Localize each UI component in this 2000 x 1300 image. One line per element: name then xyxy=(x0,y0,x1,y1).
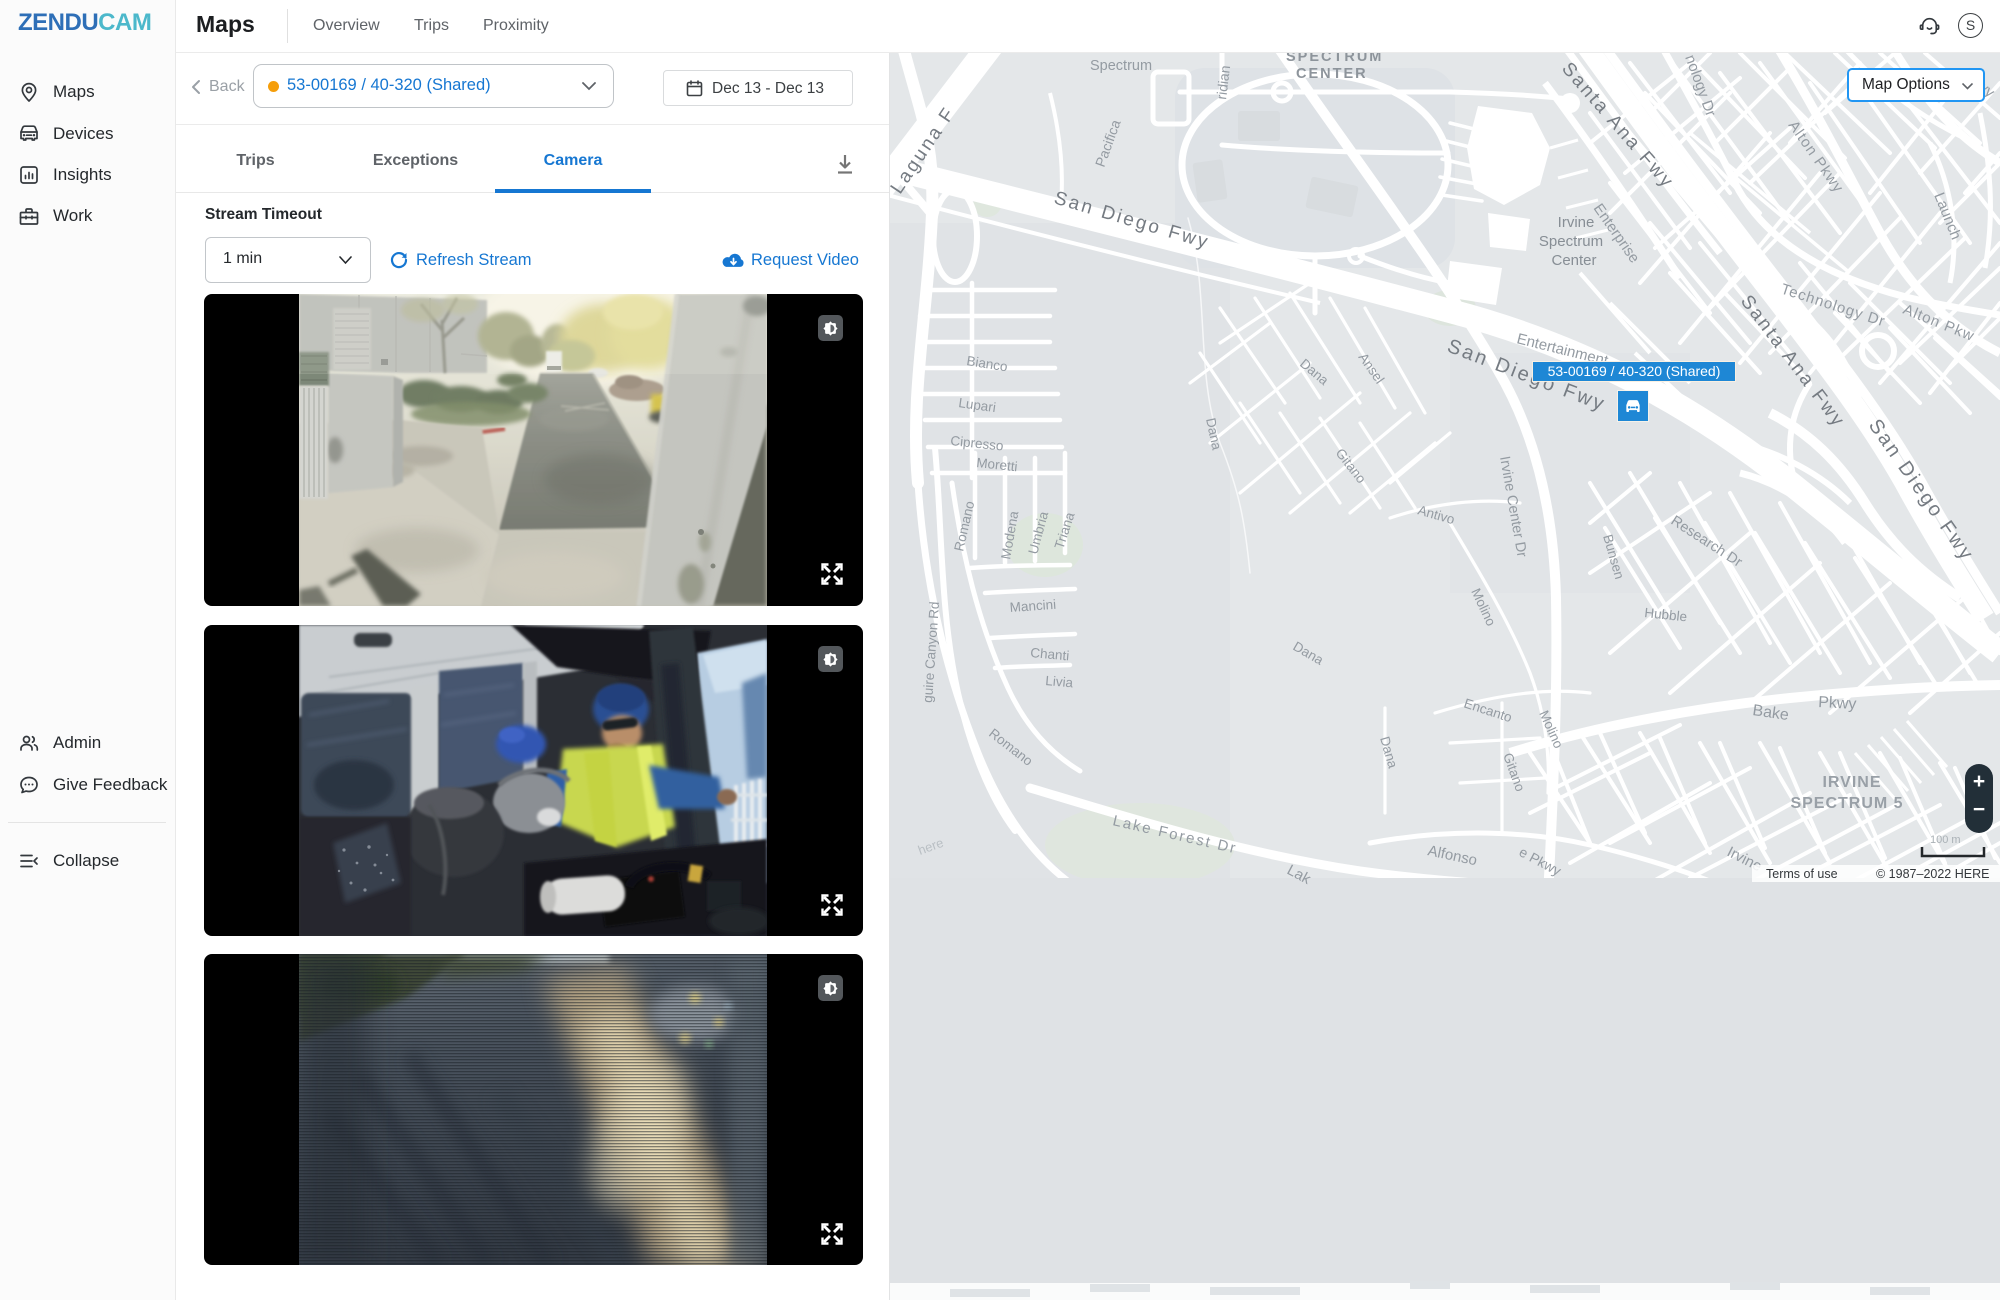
svg-text:Center: Center xyxy=(1551,252,1596,269)
svg-text:SPECTRUM: SPECTRUM xyxy=(1286,53,1383,65)
svg-text:Livia: Livia xyxy=(1045,673,1074,690)
svg-text:CENTER: CENTER xyxy=(1296,66,1368,82)
svg-text:Spectrum: Spectrum xyxy=(1539,233,1603,250)
svg-text:Terms of use: Terms of use xyxy=(1766,867,1838,881)
svg-text:SPECTRUM 5: SPECTRUM 5 xyxy=(1790,795,1903,812)
svg-text:IRVINE: IRVINE xyxy=(1822,774,1881,791)
svg-text:100 m: 100 m xyxy=(1930,834,1961,846)
svg-text:© 1987–2022 HERE: © 1987–2022 HERE xyxy=(1876,867,1989,881)
svg-text:Spectrum: Spectrum xyxy=(1090,58,1152,74)
svg-text:Irvine: Irvine xyxy=(1558,214,1595,231)
svg-text:Pkwy: Pkwy xyxy=(1818,694,1857,713)
